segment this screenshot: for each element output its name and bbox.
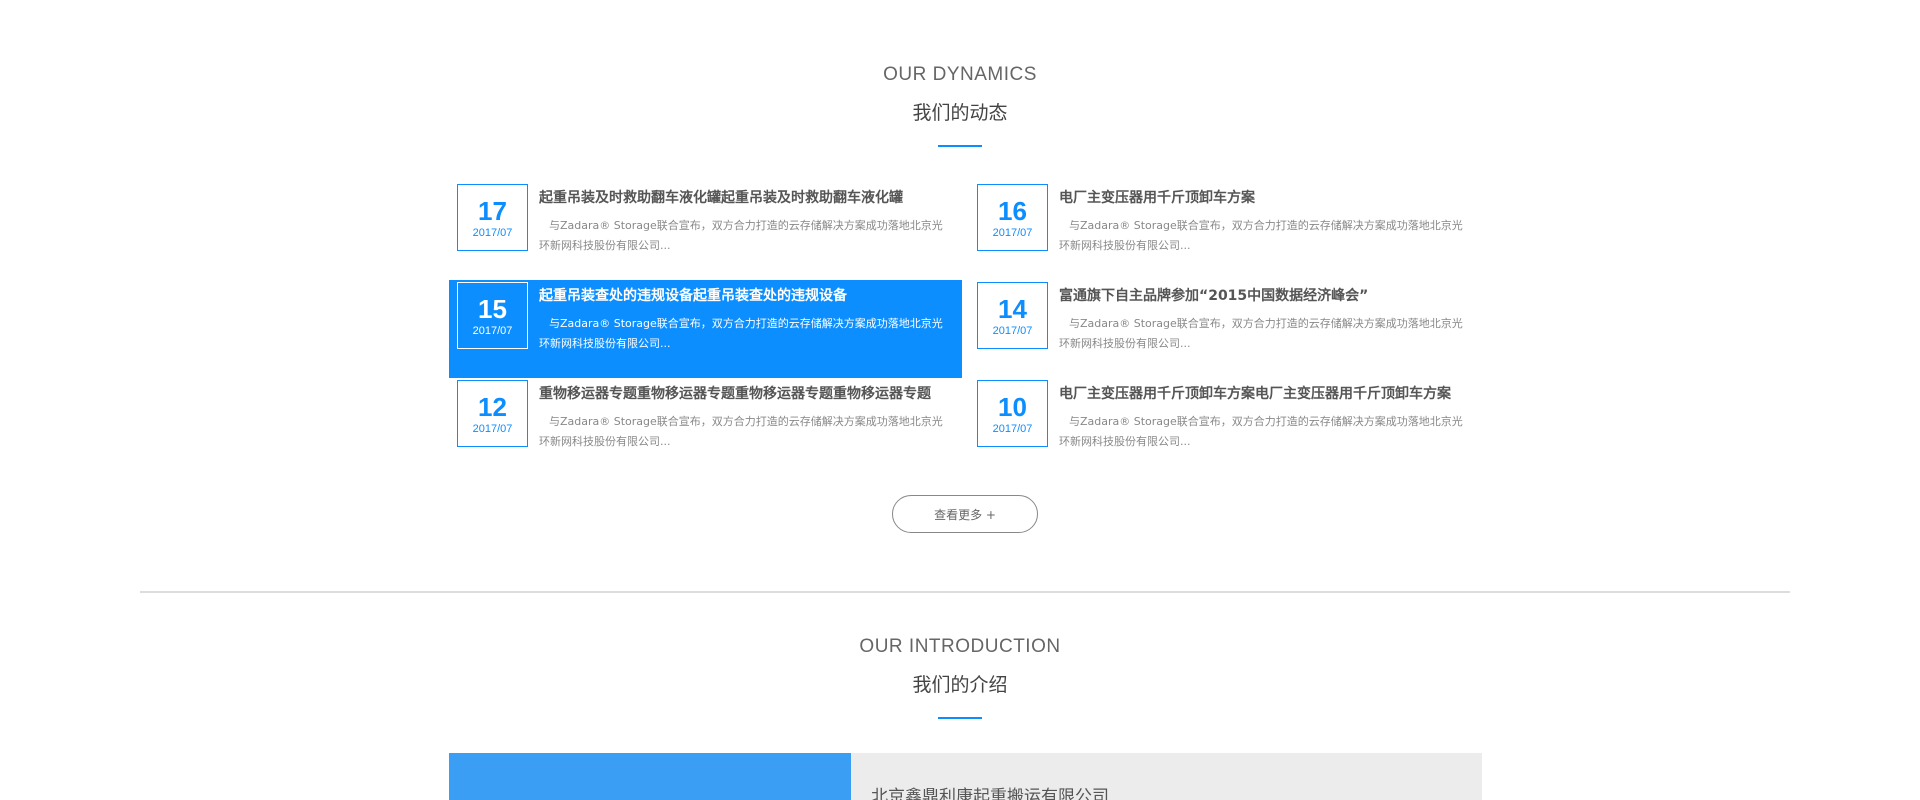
news-day: 12 [478,391,507,422]
news-title-link[interactable]: 富通旗下自主品牌参加“2015中国数据经济峰会” [1059,285,1473,305]
dynamics-title-underline [938,145,982,147]
news-date-badge: 14 2017/07 [977,282,1048,349]
news-item-2-highlighted[interactable]: 15 2017/07 起重吊装查处的违规设备起重吊装查处的违规设备 与Zadar… [449,280,962,378]
news-date-badge: 15 2017/07 [457,282,528,349]
news-item-0[interactable]: 17 2017/07 起重吊装及时救助翻车液化罐起重吊装及时救助翻车液化罐 与Z… [449,182,962,280]
news-summary: 与Zadara® Storage联合宣布，双方合力打造的云存储解决方案成功落地北… [1059,219,1463,252]
news-text: 电厂主变压器用千斤顶卸车方案电厂主变压器用千斤顶卸车方案 与Zadara® St… [1059,379,1473,452]
news-title-link[interactable]: 起重吊装查处的违规设备起重吊装查处的违规设备 [539,285,953,305]
view-more-button[interactable]: 查看更多 + [892,495,1038,533]
news-day: 10 [998,391,1027,422]
news-year-month: 2017/07 [472,226,513,239]
dynamics-section-header: OUR DYNAMICS 我们的动态 [0,64,1920,147]
news-date-badge: 17 2017/07 [457,184,528,251]
news-summary: 与Zadara® Storage联合宣布，双方合力打造的云存储解决方案成功落地北… [539,317,943,350]
news-text: 重物移运器专题重物移运器专题重物移运器专题重物移运器专题 与Zadara® St… [539,379,953,452]
news-day: 15 [478,293,507,324]
news-title-link[interactable]: 电厂主变压器用千斤顶卸车方案 [1059,187,1473,207]
news-title-link[interactable]: 重物移运器专题重物移运器专题重物移运器专题重物移运器专题 [539,383,953,403]
news-summary: 与Zadara® Storage联合宣布，双方合力打造的云存储解决方案成功落地北… [1059,317,1463,350]
intro-title-underline [938,717,982,719]
news-text: 起重吊装查处的违规设备起重吊装查处的违规设备 与Zadara® Storage联… [539,281,953,354]
news-year-month: 2017/07 [992,226,1033,239]
section-divider [140,591,1790,593]
dynamics-title-cn: 我们的动态 [912,102,1008,124]
intro-title-cn: 我们的介绍 [912,674,1008,696]
news-day: 16 [998,195,1027,226]
news-year-month: 2017/07 [472,324,513,337]
news-summary: 与Zadara® Storage联合宣布，双方合力打造的云存储解决方案成功落地北… [1059,415,1463,448]
intro-title-en: OUR INTRODUCTION [859,636,1061,657]
news-summary: 与Zadara® Storage联合宣布，双方合力打造的云存储解决方案成功落地北… [539,415,943,448]
news-title-link[interactable]: 电厂主变压器用千斤顶卸车方案电厂主变压器用千斤顶卸车方案 [1059,383,1473,403]
news-summary: 与Zadara® Storage联合宣布，双方合力打造的云存储解决方案成功落地北… [539,219,943,252]
intro-image-placeholder [449,753,851,800]
news-year-month: 2017/07 [472,422,513,435]
dynamics-title-en: OUR DYNAMICS [883,64,1037,85]
news-item-1[interactable]: 16 2017/07 电厂主变压器用千斤顶卸车方案 与Zadara® Stora… [969,182,1482,280]
news-date-badge: 16 2017/07 [977,184,1048,251]
intro-section-header: OUR INTRODUCTION 我们的介绍 [0,636,1920,719]
news-text: 富通旗下自主品牌参加“2015中国数据经济峰会” 与Zadara® Storag… [1059,281,1473,354]
intro-content: 北京鑫鼎利康起重搬运有限公司 [851,753,1482,800]
news-text: 起重吊装及时救助翻车液化罐起重吊装及时救助翻车液化罐 与Zadara® Stor… [539,183,953,256]
news-title-link[interactable]: 起重吊装及时救助翻车液化罐起重吊装及时救助翻车液化罐 [539,187,953,207]
news-item-4[interactable]: 12 2017/07 重物移运器专题重物移运器专题重物移运器专题重物移运器专题 … [449,378,962,476]
news-date-badge: 12 2017/07 [457,380,528,447]
news-item-5[interactable]: 10 2017/07 电厂主变压器用千斤顶卸车方案电厂主变压器用千斤顶卸车方案 … [969,378,1482,476]
news-day: 17 [478,195,507,226]
news-year-month: 2017/07 [992,422,1033,435]
news-year-month: 2017/07 [992,324,1033,337]
intro-panel: 北京鑫鼎利康起重搬运有限公司 [449,753,1482,800]
news-item-3[interactable]: 14 2017/07 富通旗下自主品牌参加“2015中国数据经济峰会” 与Zad… [969,280,1482,378]
news-text: 电厂主变压器用千斤顶卸车方案 与Zadara® Storage联合宣布，双方合力… [1059,183,1473,256]
news-date-badge: 10 2017/07 [977,380,1048,447]
intro-company-name: 北京鑫鼎利康起重搬运有限公司 [871,787,1109,800]
news-day: 14 [998,293,1027,324]
news-list: 17 2017/07 起重吊装及时救助翻车液化罐起重吊装及时救助翻车液化罐 与Z… [449,182,1482,476]
